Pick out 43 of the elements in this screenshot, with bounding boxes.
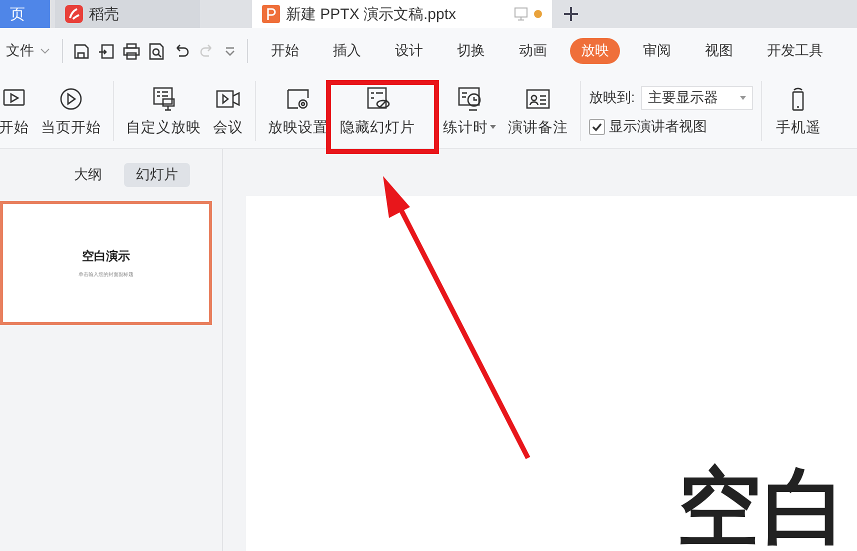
ribbon-tab[interactable]: 开始 — [260, 38, 310, 64]
ribbon-tab[interactable]: 开发工具 — [756, 38, 834, 64]
new-tab-icon[interactable] — [564, 7, 578, 21]
ribbon-tab[interactable]: 设计 — [384, 38, 434, 64]
ribbon-button[interactable]: 隐藏幻灯片 — [334, 84, 421, 138]
save-icon — [73, 42, 90, 60]
panel-tab[interactable]: 幻灯片 — [124, 163, 190, 187]
monitor-icon[interactable] — [514, 7, 528, 21]
panel-tab[interactable]: 大纲 — [62, 163, 114, 187]
print-icon — [123, 42, 140, 60]
slide-title[interactable]: 空白 — [677, 465, 849, 549]
thumbnail-title: 空白演示 — [82, 248, 130, 265]
ribbon-button[interactable]: 演讲备注 — [502, 84, 574, 138]
caret-icon — [740, 96, 746, 100]
custom-slideshow-icon — [150, 86, 176, 112]
ribbon-button[interactable]: 练计时 — [437, 84, 502, 138]
window-tab[interactable]: 页 — [0, 0, 50, 28]
window-tab[interactable]: 稻壳 — [55, 0, 200, 28]
checkmark-icon — [592, 122, 602, 132]
window-tab[interactable]: 新建 PPTX 演示文稿.pptx — [252, 0, 552, 28]
chevron-down-icon[interactable] — [40, 48, 50, 54]
ribbon-button[interactable]: 手机遥 — [762, 84, 827, 138]
ribbon-button[interactable]: 放映设置 — [262, 84, 334, 138]
play-icon — [58, 86, 84, 112]
file-menu[interactable]: 文件 — [6, 42, 34, 60]
ribbon-tab[interactable]: 审阅 — [632, 38, 682, 64]
export-icon — [98, 42, 115, 60]
print-preview-icon — [148, 42, 165, 60]
ribbon-tab[interactable]: 切换 — [446, 38, 496, 64]
ribbon-tab[interactable]: 动画 — [508, 38, 558, 64]
presentation-file-icon — [262, 5, 280, 23]
ribbon-tab[interactable]: 插入 — [322, 38, 372, 64]
display-dropdown[interactable]: 主要显示器 — [640, 86, 753, 110]
slide-canvas[interactable]: 空白 — [246, 196, 857, 551]
rehearse-timer-icon — [456, 86, 482, 112]
show-to-label: 放映到: — [589, 89, 635, 107]
docer-logo-icon — [65, 5, 83, 23]
hidden-slide-icon — [364, 86, 390, 112]
ribbon-button[interactable]: 自定义放映 — [120, 84, 207, 138]
ribbon-tab[interactable]: 视图 — [694, 38, 744, 64]
ribbon-button[interactable]: 会议 — [207, 84, 249, 138]
ribbon-button[interactable]: 当页开始 — [35, 84, 107, 138]
presenter-view-checkbox[interactable]: 显示演讲者视图 — [589, 118, 753, 136]
